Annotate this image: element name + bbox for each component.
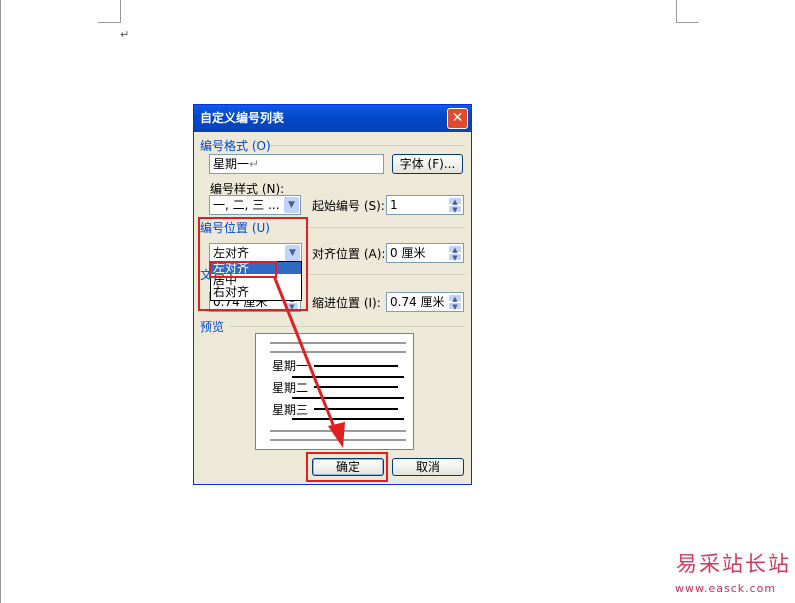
annotation-arrow (272, 275, 345, 448)
site-watermark: 易采站长站 (676, 552, 791, 576)
site-watermark-url: www.easck.com (675, 582, 777, 595)
